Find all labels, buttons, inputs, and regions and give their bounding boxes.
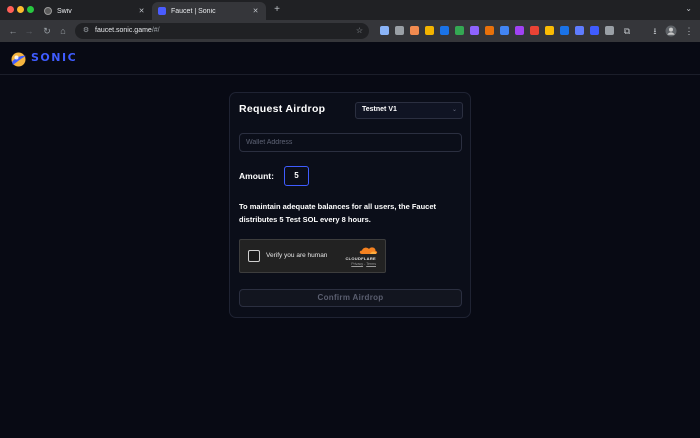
extension-icon[interactable] (515, 26, 524, 35)
network-selected-value: Testnet V1 (362, 106, 397, 113)
site-header: SONIC (0, 42, 700, 75)
address-bar[interactable]: ⚙ faucet.sonic.game/#/ ☆ (75, 23, 369, 39)
extension-icon[interactable] (455, 26, 464, 35)
extension-icon[interactable] (410, 26, 419, 35)
bookmark-star-icon[interactable]: ☆ (356, 25, 363, 37)
profile-avatar[interactable] (664, 24, 678, 38)
extension-icon[interactable] (470, 26, 479, 35)
extension-icon[interactable] (425, 26, 434, 35)
cloudflare-brand-text: CLOUDFLARE (345, 256, 376, 261)
sonic-logo-icon[interactable] (10, 51, 27, 68)
brand-wordmark[interactable]: SONIC (31, 51, 77, 64)
tab-search-chevron-icon[interactable]: ⌄ (685, 4, 692, 13)
download-icon[interactable]: ⭳ (648, 24, 662, 38)
extension-icon[interactable] (605, 26, 614, 35)
forward-arrow-icon[interactable]: → (22, 24, 36, 38)
extension-icon[interactable] (530, 26, 539, 35)
captcha-privacy-link[interactable]: Privacy (351, 262, 363, 266)
extension-icon[interactable] (560, 26, 569, 35)
extension-icon[interactable] (395, 26, 404, 35)
cloudflare-cloud-icon (359, 247, 378, 254)
extension-icon[interactable] (485, 26, 494, 35)
extension-icon[interactable] (590, 26, 599, 35)
extension-icon[interactable] (575, 26, 584, 35)
sonic-favicon-icon (158, 7, 166, 15)
airdrop-card: Request Airdrop Testnet V1 ⌄ Amount: 5 T… (229, 92, 471, 318)
tab-close-icon[interactable]: ✕ (251, 7, 260, 15)
url-path: /#/ (151, 27, 160, 34)
back-arrow-icon[interactable]: ← (6, 24, 20, 38)
extension-icon[interactable] (545, 26, 554, 35)
site-info-icon[interactable]: ⚙ (81, 26, 91, 36)
window-close-button[interactable] (7, 6, 14, 13)
captcha-checkbox[interactable] (248, 250, 260, 262)
network-select[interactable]: Testnet V1 ⌄ (355, 102, 463, 119)
page-content: SONIC Request Airdrop Testnet V1 ⌄ Amoun… (0, 42, 700, 438)
window-maximize-button[interactable] (27, 6, 34, 13)
tab-title: Swiv (57, 7, 72, 15)
captcha-label: Verify you are human (266, 252, 328, 259)
url-host: faucet.sonic.game (95, 27, 152, 34)
chevron-down-icon: ⌄ (451, 107, 457, 113)
amount-input[interactable]: 5 (284, 166, 309, 186)
extension-icon[interactable] (500, 26, 509, 35)
reload-icon[interactable]: ↻ (40, 24, 54, 38)
extension-icon[interactable] (380, 26, 389, 35)
swiv-favicon-icon (44, 7, 52, 15)
browser-toolbar: ← → ↻ ⌂ ⚙ faucet.sonic.game/#/ ☆ ⧉ ⭳ ⋮ (0, 20, 700, 42)
wallet-address-input[interactable] (239, 133, 462, 152)
window-minimize-button[interactable] (17, 6, 24, 13)
tab-title: Faucet | Sonic (171, 7, 216, 15)
browser-tab-bar: Swiv ✕ Faucet | Sonic ✕ + ⌄ (0, 0, 700, 20)
extensions-puzzle-icon[interactable]: ⧉ (620, 24, 634, 38)
browser-tab-swiv[interactable]: Swiv ✕ (38, 2, 152, 20)
browser-menu-icon[interactable]: ⋮ (682, 24, 696, 38)
faucet-notice: To maintain adequate balances for all us… (239, 202, 436, 224)
captcha-links: Privacy - Terms (351, 262, 376, 266)
url-text[interactable]: faucet.sonic.game/#/ (95, 26, 160, 36)
new-tab-button[interactable]: + (271, 3, 283, 17)
home-icon[interactable]: ⌂ (56, 24, 70, 38)
cloudflare-captcha-widget: Verify you are human CLOUDFLARE Privacy … (239, 239, 386, 273)
tab-close-icon[interactable]: ✕ (137, 7, 146, 15)
captcha-terms-link[interactable]: Terms (366, 262, 376, 266)
card-title: Request Airdrop (239, 103, 326, 115)
amount-label: Amount: (239, 171, 274, 181)
confirm-airdrop-button[interactable]: Confirm Airdrop (239, 289, 462, 307)
extension-icon[interactable] (440, 26, 449, 35)
browser-tab-faucet-sonic[interactable]: Faucet | Sonic ✕ (152, 2, 266, 20)
